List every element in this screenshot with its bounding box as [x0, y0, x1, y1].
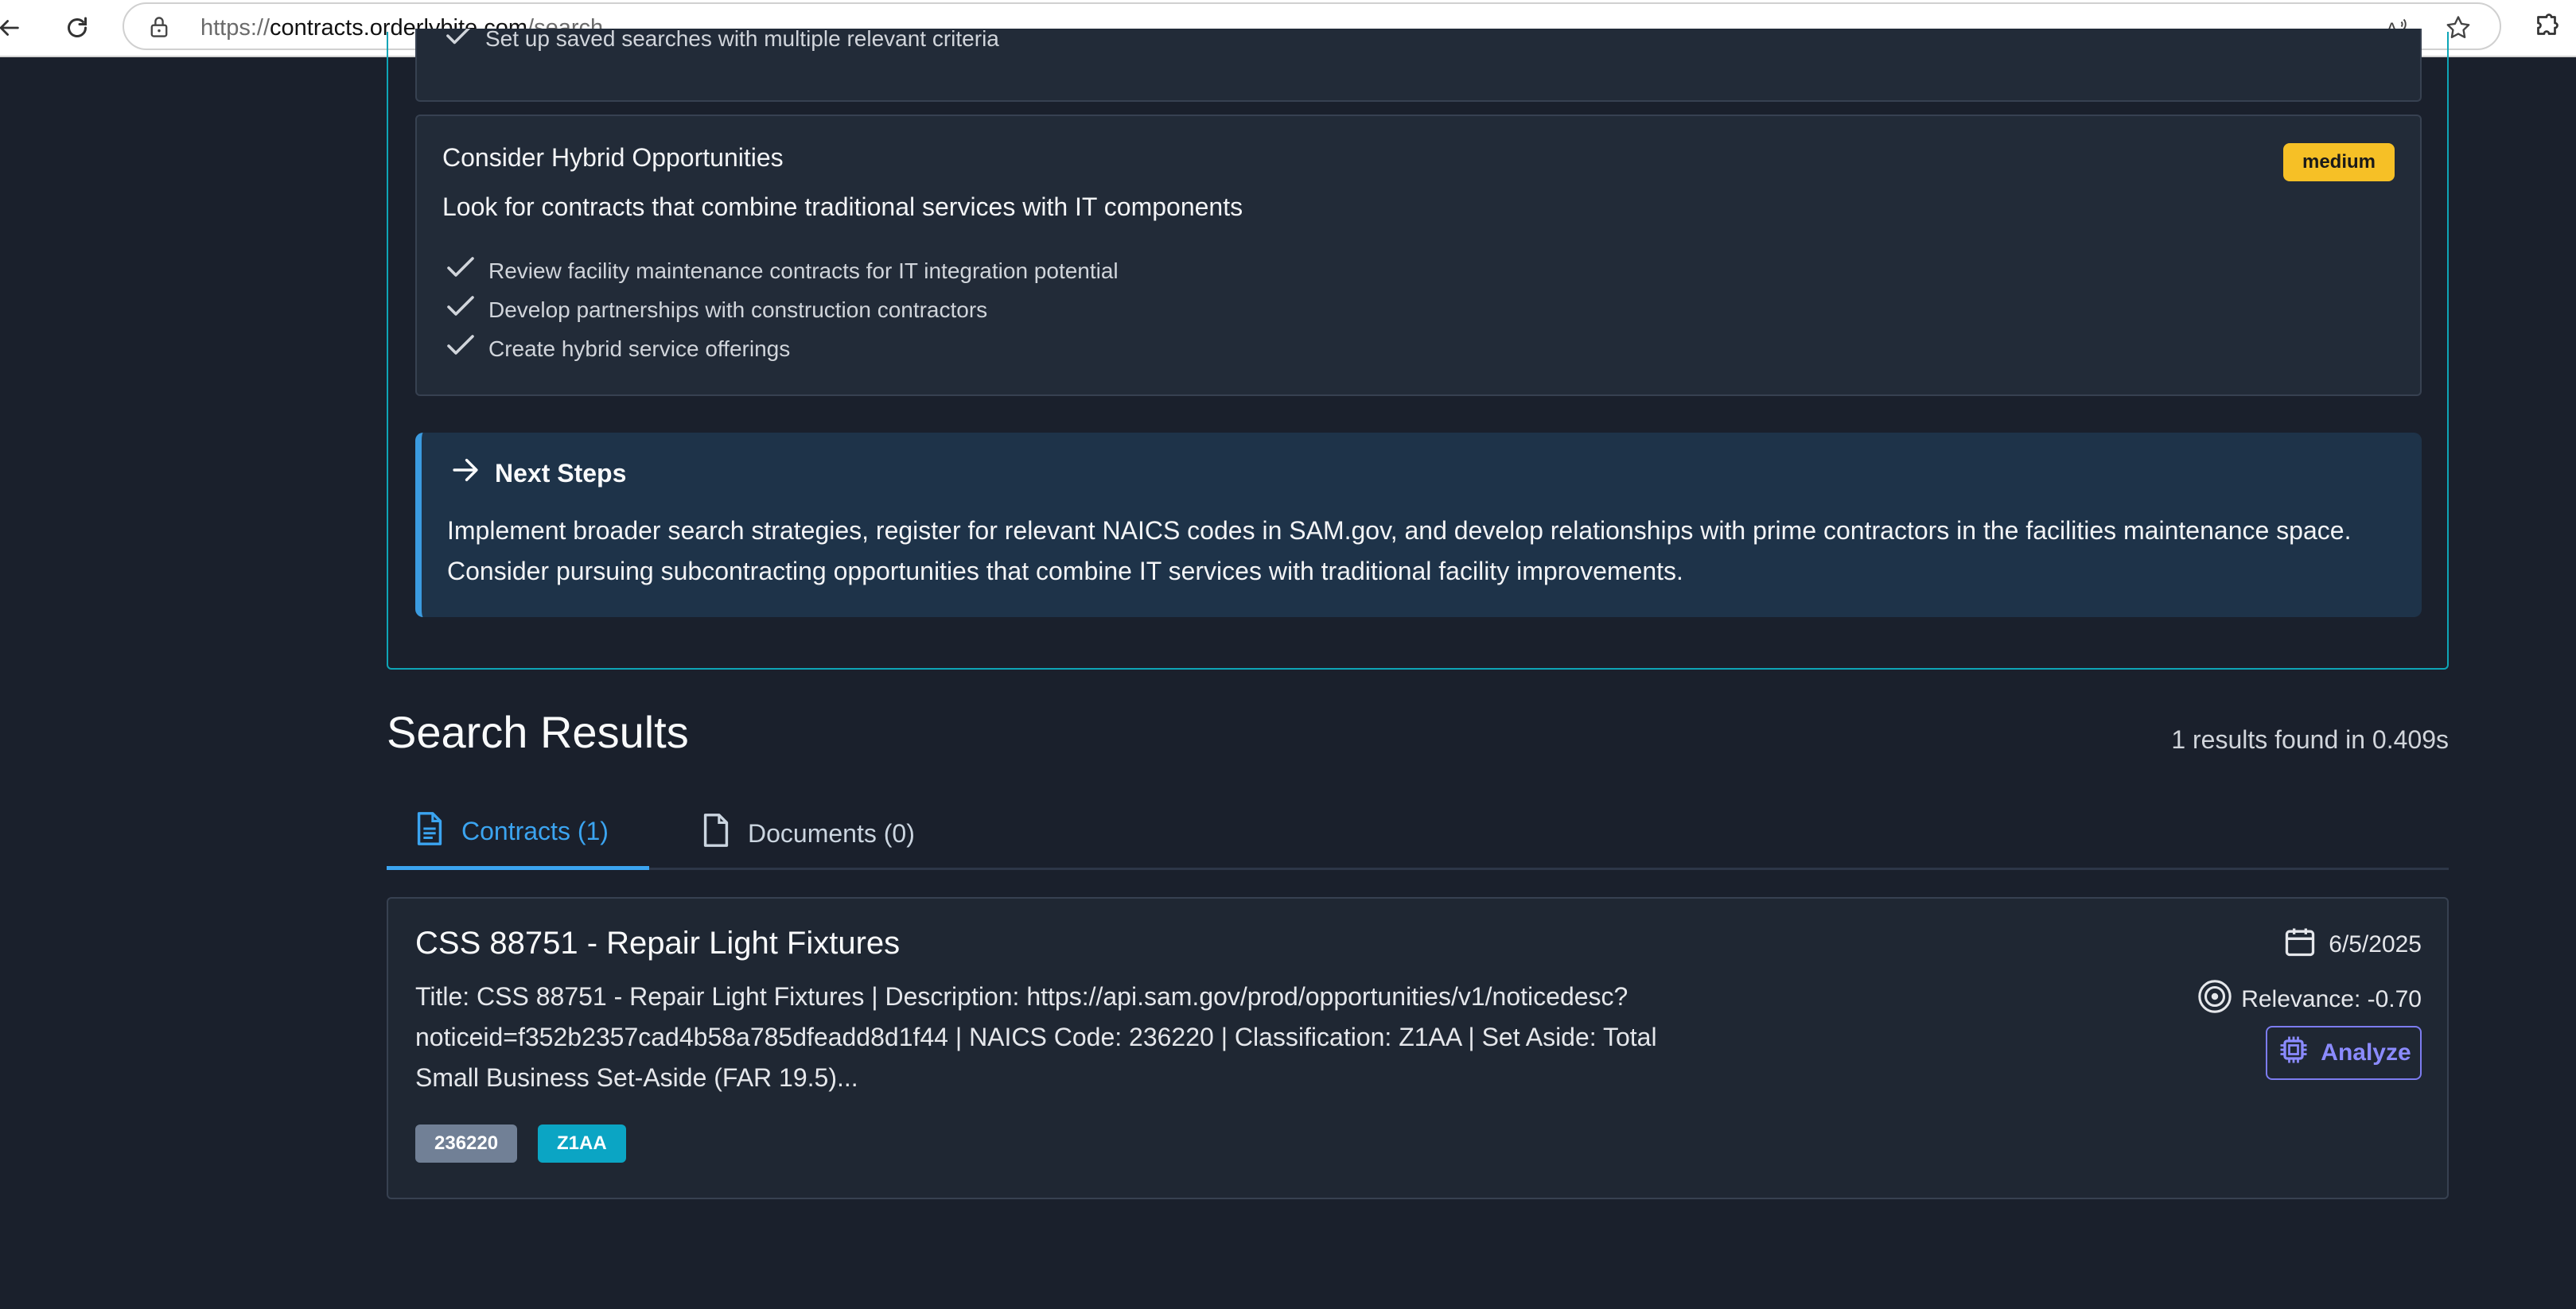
- posted-date: 6/5/2025: [2282, 924, 2422, 965]
- recommendation-item: Develop partnerships with construction c…: [446, 290, 1119, 329]
- classification-tag: Z1AA: [538, 1124, 626, 1163]
- recommendation-title: Consider Hybrid Opportunities: [442, 143, 784, 172]
- next-steps-body: Implement broader search strategies, reg…: [447, 516, 2352, 585]
- priority-badge: medium: [2282, 143, 2395, 181]
- lock-icon: [148, 15, 170, 43]
- checkmark-icon: [446, 295, 476, 324]
- recommendation-item: Create hybrid service offerings: [446, 329, 1119, 368]
- next-steps-callout: Next Steps Implement broader search stra…: [415, 433, 2422, 617]
- cpu-chip-icon: [2276, 1032, 2311, 1074]
- calendar-icon: [2282, 924, 2317, 965]
- reload-icon[interactable]: [57, 8, 97, 48]
- analyze-button[interactable]: Analyze: [2266, 1026, 2422, 1080]
- recommendation-item: Review facility maintenance contracts fo…: [446, 251, 1119, 290]
- extensions-icon[interactable]: [2527, 8, 2566, 48]
- back-arrow-icon[interactable]: [0, 8, 29, 48]
- recommendation-card: Consider Hybrid Opportunities medium Loo…: [415, 115, 2422, 396]
- recommendation-description: Look for contracts that combine traditio…: [442, 192, 1243, 221]
- results-count: 1 results found in 0.409s: [2171, 725, 2449, 754]
- target-icon: [2197, 978, 2233, 1021]
- checkmark-icon: [446, 256, 476, 285]
- checkmark-icon: [446, 29, 473, 53]
- results-tabs: Contracts (1) Documents (0): [387, 797, 2449, 870]
- contract-description: Title: CSS 88751 - Repair Light Fixtures…: [415, 982, 1657, 1092]
- document-icon: [700, 812, 732, 855]
- tab-documents[interactable]: Documents (0): [673, 797, 942, 870]
- recommendation-items: Review facility maintenance contracts fo…: [446, 251, 1119, 368]
- search-results-title: Search Results: [387, 707, 689, 757]
- contract-result-card[interactable]: CSS 88751 - Repair Light Fixtures Title:…: [387, 897, 2449, 1199]
- relevance-score: Relevance: -0.70: [2197, 978, 2422, 1021]
- contract-title[interactable]: CSS 88751 - Repair Light Fixtures: [415, 926, 900, 961]
- recommendation-card-previous: Set up saved searches with multiple rele…: [415, 29, 2422, 102]
- recommendation-item: Set up saved searches with multiple rele…: [485, 29, 999, 51]
- recommendations-panel: Set up saved searches with multiple rele…: [387, 29, 2449, 670]
- next-steps-heading: Next Steps: [495, 458, 627, 487]
- document-text-icon: [414, 810, 446, 853]
- naics-tag: 236220: [415, 1124, 518, 1163]
- arrow-right-icon: [450, 456, 481, 490]
- checkmark-icon: [446, 334, 476, 363]
- tab-contracts[interactable]: Contracts (1): [387, 797, 649, 870]
